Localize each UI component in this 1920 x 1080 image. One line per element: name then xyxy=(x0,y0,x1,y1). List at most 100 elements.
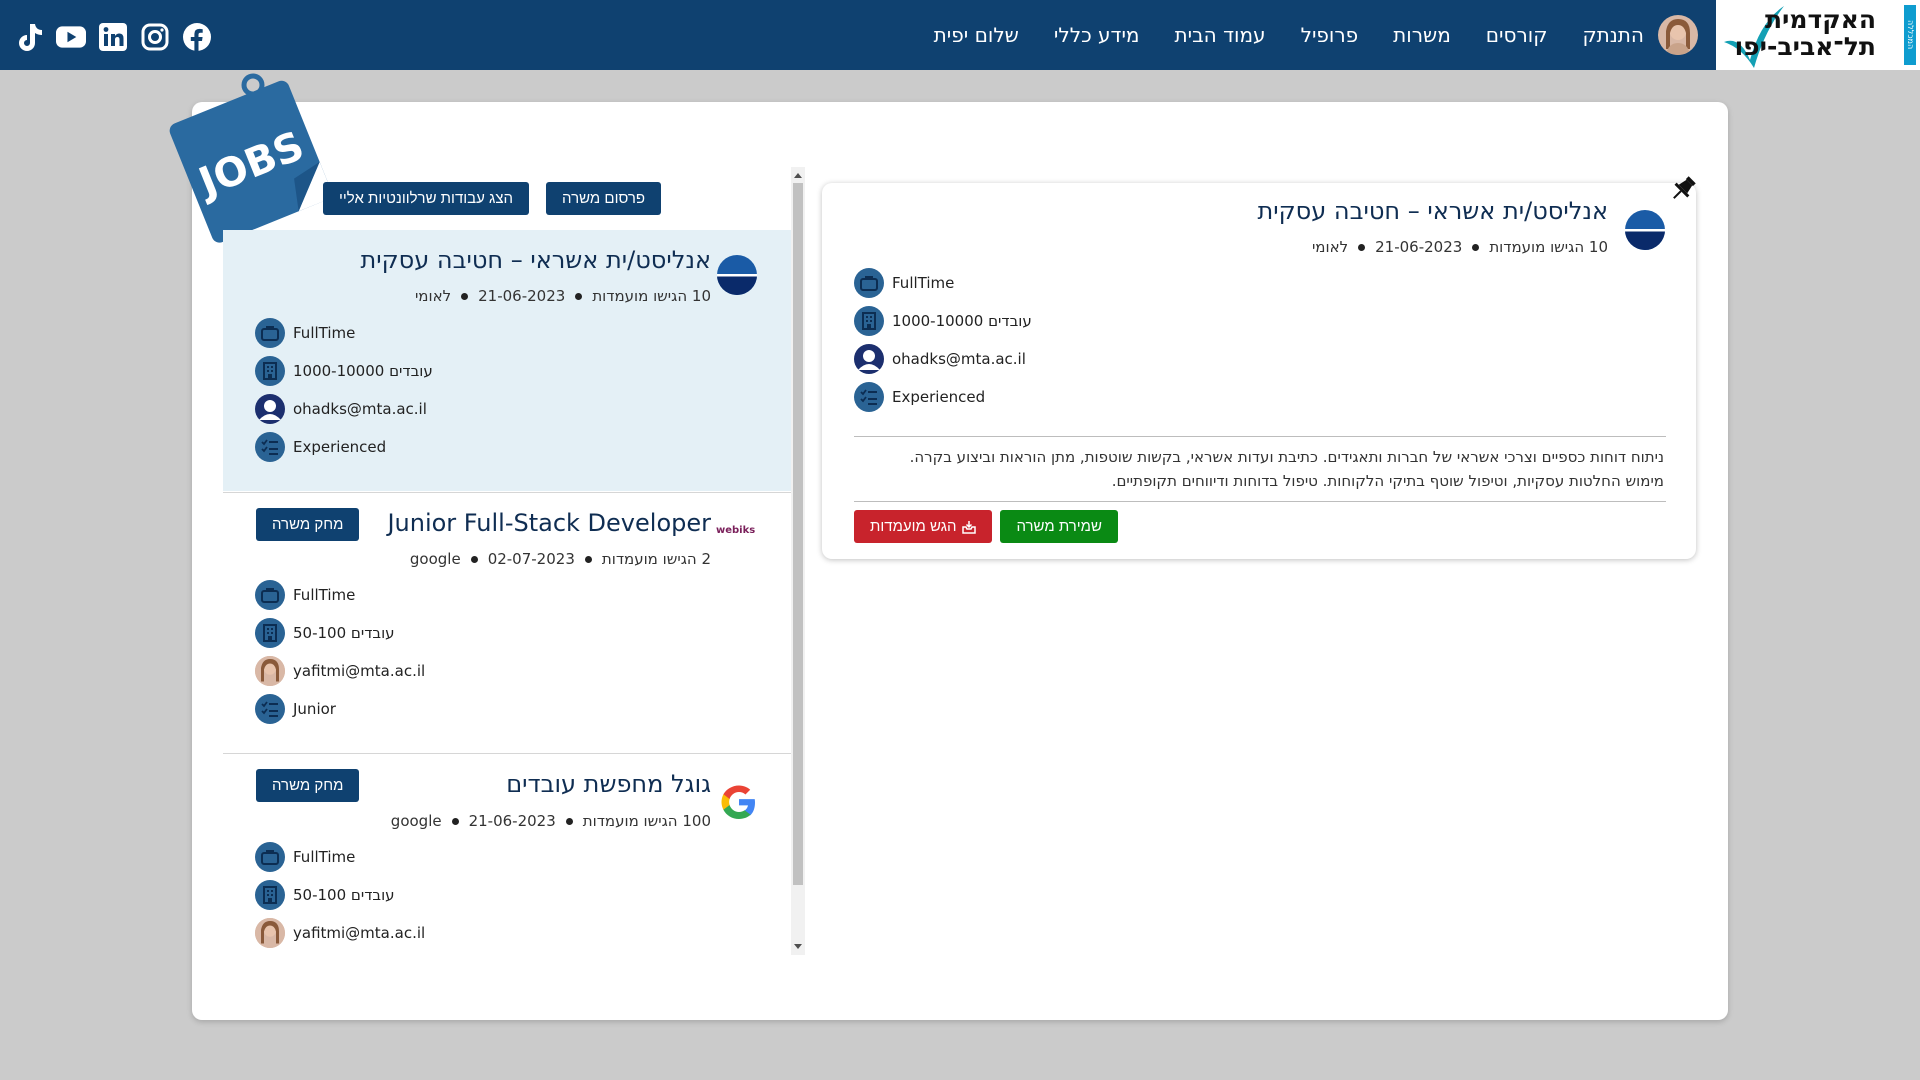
webiks-logo: webiks xyxy=(716,525,756,536)
job-meta: 10 הגישו מועמדות 21-06-2023 לאומי xyxy=(415,287,711,305)
instagram-icon[interactable] xyxy=(140,22,170,52)
save-job-button[interactable]: שמירת משרה xyxy=(1000,510,1118,543)
separator-dot xyxy=(1472,243,1480,251)
nav-item-courses[interactable]: קורסים xyxy=(1486,23,1548,47)
job-list-scrollbar[interactable] xyxy=(791,167,805,955)
detail-actions: הגש מועמדות שמירת משרה xyxy=(854,510,1118,543)
nav-item-jobs[interactable]: משרות xyxy=(1393,23,1451,47)
contact-row: yafitmi@mta.ac.il xyxy=(255,656,425,686)
contact-row: ohadks@mta.ac.il xyxy=(255,394,427,424)
job-type-row: FullTime xyxy=(255,842,355,872)
job-applicants: 10 הגישו מועמדות xyxy=(592,287,711,305)
detail-job-type-row: FullTime xyxy=(854,268,954,298)
nav-item-logout[interactable]: התנתק xyxy=(1582,23,1644,47)
job-date: 02-07-2023 xyxy=(487,550,575,568)
logo-line1: האקדמית xyxy=(1764,5,1876,34)
checklist-icon xyxy=(255,694,285,724)
job-title[interactable]: Junior Full-Stack Developer xyxy=(387,509,711,537)
separator-dot xyxy=(470,555,478,563)
separator-dot xyxy=(575,292,583,300)
job-detail-panel: אנליסט/ית אשראי – חטיבה עסקית 10 הגישו מ… xyxy=(822,176,1696,559)
person-avatar-icon xyxy=(255,394,285,424)
nav-item-home[interactable]: עמוד הבית xyxy=(1175,23,1266,47)
job-meta: 2 הגישו מועמדות 02-07-2023 google xyxy=(410,550,711,568)
contact-email[interactable]: yafitmi@mta.ac.il xyxy=(293,662,425,680)
apply-button[interactable]: הגש מועמדות xyxy=(854,510,993,543)
detail-experience-row: Experienced xyxy=(854,382,985,412)
college-logo[interactable]: האקדמית תל־אביב-יפו המכללה xyxy=(1716,0,1920,70)
briefcase-icon xyxy=(255,318,285,348)
company-size-row: 50-100 עובדים xyxy=(255,880,395,910)
contact-email[interactable]: ohadks@mta.ac.il xyxy=(892,350,1026,368)
job-date: 21-06-2023 xyxy=(468,812,556,830)
person-avatar-icon xyxy=(255,656,285,686)
leumi-logo-icon xyxy=(717,255,757,295)
youtube-icon[interactable] xyxy=(56,22,86,52)
job-card-1[interactable]: אנליסט/ית אשראי – חטיבה עסקית 10 הגישו מ… xyxy=(223,230,791,491)
experience-level: Junior xyxy=(293,700,336,718)
job-type: FullTime xyxy=(293,586,356,604)
job-card-3[interactable]: גוגל מחפשת עובדים 100 הגישו מועמדות 21-0… xyxy=(223,754,791,955)
google-logo-icon xyxy=(721,785,755,819)
scrollbar-thumb[interactable] xyxy=(793,183,803,885)
job-type: FullTime xyxy=(892,274,955,292)
checklist-icon xyxy=(854,382,884,412)
building-icon xyxy=(255,356,285,386)
job-applicants: 100 הגישו מועמדות xyxy=(582,812,711,830)
facebook-icon[interactable] xyxy=(182,22,212,52)
contact-email[interactable]: ohadks@mta.ac.il xyxy=(293,400,427,418)
job-title[interactable]: גוגל מחפשת עובדים xyxy=(506,770,711,798)
detail-divider xyxy=(854,501,1666,502)
company-size: 1000-10000 עובדים xyxy=(293,362,433,380)
job-applicants: 10 הגישו מועמדות xyxy=(1489,238,1608,256)
detail-job-meta: 10 הגישו מועמדות 21-06-2023 לאומי xyxy=(1312,238,1608,256)
delete-job-button[interactable]: מחק משרה xyxy=(256,508,360,541)
user-avatar[interactable] xyxy=(1658,15,1698,55)
job-meta: 100 הגישו מועמדות 21-06-2023 google xyxy=(391,812,711,830)
job-title[interactable]: אנליסט/ית אשראי – חטיבה עסקית xyxy=(361,246,711,274)
job-description-line1: ניתוח דוחות כספיים וצרכי אשראי של חברות … xyxy=(909,448,1664,466)
building-icon xyxy=(854,306,884,336)
logo-line2: תל־אביב-יפו xyxy=(1734,32,1876,61)
job-description: ניתוח דוחות כספיים וצרכי אשראי של חברות … xyxy=(852,445,1664,493)
contact-row: yafitmi@mta.ac.il xyxy=(255,918,425,948)
nav-item-profile[interactable]: פרופיל xyxy=(1301,23,1359,47)
logo-text: האקדמית תל־אביב-יפו xyxy=(1735,6,1876,60)
job-date: 21-06-2023 xyxy=(478,287,566,305)
job-type-row: FullTime xyxy=(255,318,355,348)
job-date: 21-06-2023 xyxy=(1375,238,1463,256)
experience-level: Experienced xyxy=(293,438,387,456)
job-list[interactable]: אנליסט/ית אשראי – חטיבה עסקית 10 הגישו מ… xyxy=(223,167,805,955)
linkedin-icon[interactable] xyxy=(98,22,128,52)
top-navbar: האקדמית תל־אביב-יפו המכללה שלום יפית מיד… xyxy=(0,0,1920,70)
social-links xyxy=(14,22,212,52)
separator-dot xyxy=(584,555,592,563)
separator-dot xyxy=(1358,243,1366,251)
checklist-icon xyxy=(255,432,285,462)
tiktok-icon[interactable] xyxy=(14,22,44,52)
scroll-down-arrow-icon[interactable] xyxy=(794,944,802,949)
building-icon xyxy=(255,618,285,648)
experience-row: Junior xyxy=(255,694,336,724)
detail-divider xyxy=(854,436,1666,437)
briefcase-icon xyxy=(255,580,285,610)
experience-row: Experienced xyxy=(255,432,386,462)
nav-greeting[interactable]: שלום יפית xyxy=(934,23,1019,47)
job-applicants: 2 הגישו מועמדות xyxy=(601,550,711,568)
job-card-2[interactable]: webiks Junior Full-Stack Developer 2 הגי… xyxy=(223,493,791,753)
company-size-row: 1000-10000 עובדים xyxy=(255,356,433,386)
contact-email[interactable]: yafitmi@mta.ac.il xyxy=(293,924,425,942)
briefcase-icon xyxy=(255,842,285,872)
delete-job-button[interactable]: מחק משרה xyxy=(256,769,360,802)
company-size: 50-100 עובדים xyxy=(293,624,395,642)
scroll-up-arrow-icon[interactable] xyxy=(794,173,802,178)
pin-icon[interactable] xyxy=(1668,174,1698,204)
job-description-line2: מימוש החלטות עסקיות, וטיפול שוטף בתיקי ה… xyxy=(1111,472,1664,490)
nav-item-general-info[interactable]: מידע כללי xyxy=(1054,23,1140,47)
apply-button-label: הגש מועמדות xyxy=(870,518,957,535)
job-type-row: FullTime xyxy=(255,580,355,610)
briefcase-icon xyxy=(854,268,884,298)
separator-dot xyxy=(565,817,573,825)
company-size: 50-100 עובדים xyxy=(293,886,395,904)
detail-company-size-row: 1000-10000 עובדים xyxy=(854,306,1032,336)
